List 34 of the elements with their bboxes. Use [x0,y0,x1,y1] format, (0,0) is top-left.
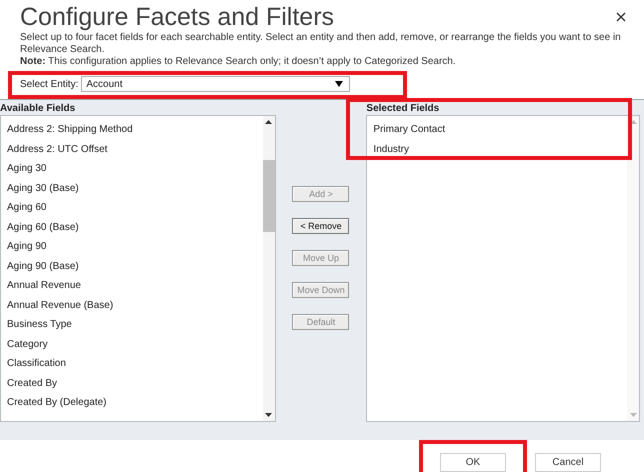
list-item[interactable]: Aging 60 [7,198,257,218]
selected-fields-list[interactable]: Primary Contact Industry [366,115,640,422]
dialog-button[interactable]: Cancel [535,453,601,472]
description-text: Select up to four facet fields for each searchable entity. Select an entity and then add, remove, or rearrange the fields you want to see in Relevance Search. [20,32,622,56]
list-item[interactable]: Industry [373,140,621,159]
scroll-up-icon[interactable] [265,120,272,124]
list-item[interactable]: Aging 30 [7,159,257,178]
available-fields-list[interactable] [0,115,276,422]
list-item[interactable]: Category [7,334,257,354]
scrollbar-thumb[interactable] [262,160,275,232]
scrollbar[interactable] [262,116,275,421]
dialog-button[interactable]: OK [440,453,506,472]
list-item[interactable]: Created By (Delegate) [7,393,257,412]
list-item[interactable]: Annual Revenue [7,276,257,296]
selected-fields-label: Selected Fields [366,102,440,115]
list-item[interactable]: Address 2: UTC Offset [7,140,257,159]
dropdown-arrow-icon [335,81,343,87]
list-item[interactable]: Aging 90 [7,237,257,256]
list-item[interactable]: Annual Revenue (Base) [7,296,257,315]
entity-dropdown[interactable]: Account [81,76,350,92]
list-item[interactable]: Created By [7,374,257,393]
list-item[interactable]: Primary Contact [373,120,621,140]
list-item[interactable]: Aging 30 (Base) [7,178,257,198]
scroll-down-icon[interactable] [265,413,272,417]
action-button[interactable]: < Remove [292,218,350,234]
list-item[interactable]: Aging 90 (Base) [7,256,257,276]
entity-label: Select Entity: [20,78,78,90]
dialog-title: Configure Facets and Filters [20,2,334,32]
list-item[interactable]: Classification [7,354,257,374]
list-item[interactable]: Address 2: Shipping Method [7,120,257,140]
list-item[interactable]: Aging 60 (Base) [7,218,257,237]
note-text: Note: This configuration applies to Relevance Search only; it doesn’t apply to Categorized Search. [20,56,457,68]
available-fields-label: Available Fields [0,102,76,115]
list-item[interactable]: Business Type [7,315,257,334]
